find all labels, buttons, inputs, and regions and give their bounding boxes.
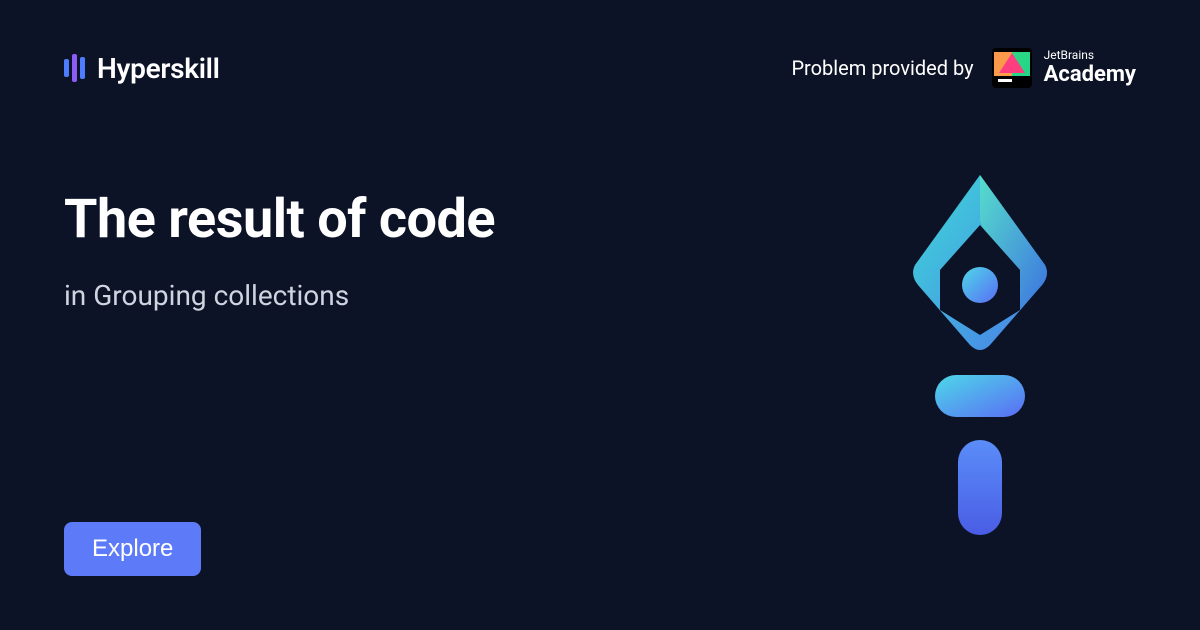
jetbrains-product: Academy [1044, 63, 1136, 87]
hyperskill-icon [64, 54, 85, 82]
jetbrains-text-block: JetBrains Academy [1044, 49, 1136, 86]
hyperskill-logo: Hyperskill [64, 52, 220, 85]
provider-section: Problem provided by JetBrains Academy [791, 48, 1136, 88]
jetbrains-brand: JetBrains [1044, 49, 1136, 62]
provider-label: Problem provided by [791, 56, 973, 80]
explore-button[interactable]: Explore [64, 522, 201, 576]
jetbrains-icon [992, 48, 1032, 88]
header: Hyperskill Problem provided by JetBrains… [0, 0, 1200, 88]
jetbrains-academy-logo: JetBrains Academy [992, 48, 1136, 88]
hyperskill-logo-text: Hyperskill [97, 52, 220, 85]
pen-badge-icon [880, 170, 1080, 550]
